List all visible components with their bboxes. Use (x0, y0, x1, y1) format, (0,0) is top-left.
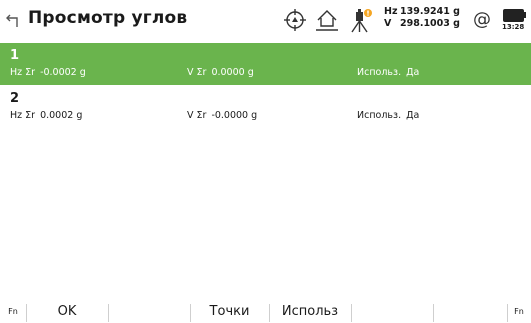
softkey-bar: Fn OK Точки Использ Fn (0, 301, 531, 323)
v-sigma-label: V Σr (187, 110, 207, 121)
hz-label: Hz (384, 6, 398, 17)
hz-sigma-cell: Hz Σr 0.0002 g (10, 110, 82, 121)
hz-value: 139.9241 g (400, 6, 460, 17)
station-home-icon[interactable] (314, 8, 340, 32)
back-arrow-icon[interactable] (6, 12, 20, 28)
hz-sigma-label: Hz Σr (10, 67, 36, 78)
softkey-divider (507, 304, 508, 322)
v-value: 298.1003 g (400, 18, 460, 29)
hz-sigma-label: Hz Σr (10, 110, 36, 121)
target-prism-icon[interactable] (283, 8, 307, 32)
use-label: Использ. (357, 110, 402, 121)
v-sigma-value: -0.0000 g (211, 110, 258, 121)
list-item[interactable]: 2 Hz Σr 0.0002 g V Σr -0.0000 g Использ. Да (0, 86, 531, 128)
v-sigma-cell: V Σr 0.0000 g (187, 67, 254, 78)
use-label: Использ. (357, 67, 402, 78)
hz-sigma-cell: Hz Σr -0.0002 g (10, 67, 86, 78)
use-button[interactable]: Использ (270, 301, 350, 323)
ok-button[interactable]: OK (27, 301, 107, 323)
points-button[interactable]: Точки (191, 301, 268, 323)
page-title: Просмотр углов (28, 8, 188, 28)
empty-softkey[interactable] (109, 301, 189, 323)
fn-right-button[interactable]: Fn (510, 301, 528, 323)
instrument-icon[interactable] (348, 8, 374, 34)
use-value: Да (406, 110, 420, 121)
angle-readout: Hz 139.9241 g V 298.1003 g (384, 6, 460, 30)
battery-icon: 13:28 (502, 8, 528, 32)
row-number: 1 (10, 48, 20, 63)
v-sigma-label: V Σr (187, 67, 207, 78)
hz-sigma-value: -0.0002 g (40, 67, 86, 78)
v-label: V (384, 18, 392, 29)
v-sigma-cell: V Σr -0.0000 g (187, 110, 257, 121)
title-bar: Просмотр углов Hz 139.9241 g V 298.1003 g … (0, 0, 531, 40)
list-item[interactable]: 1 Hz Σr -0.0002 g V Σr 0.0000 g Использ. Да (0, 43, 531, 85)
hz-sigma-value: 0.0002 g (40, 110, 83, 121)
v-sigma-value: 0.0000 g (211, 67, 254, 78)
use-value: Да (406, 67, 420, 78)
use-cell: Использ. Да (357, 67, 419, 78)
fn-left-button[interactable]: Fn (4, 301, 22, 323)
row-number: 2 (10, 91, 20, 106)
use-cell: Использ. Да (357, 110, 419, 121)
empty-softkey[interactable] (352, 301, 432, 323)
empty-softkey[interactable] (434, 301, 506, 323)
clock-time: 13:28 (502, 23, 525, 31)
at-icon[interactable]: @ (473, 9, 491, 30)
